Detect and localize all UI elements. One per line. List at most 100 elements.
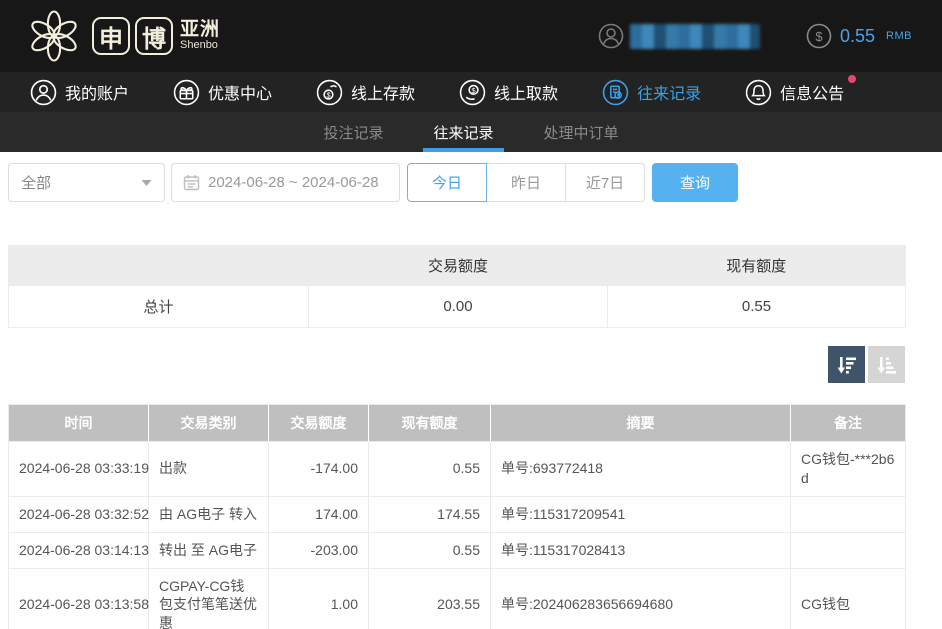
tab-label: 往来记录 (433, 122, 493, 143)
balance-currency: RMB (886, 30, 912, 42)
balance-amount: 0.55 (840, 26, 875, 47)
withdraw-icon: $ (459, 79, 486, 106)
type-filter-select[interactable]: 全部 (8, 163, 165, 202)
cell-trade-amount: 1.00 (269, 568, 369, 629)
balance-display[interactable]: $ 0.55 RMB (806, 23, 912, 49)
nav-label: 线上取款 (494, 80, 558, 104)
tab-transaction-records[interactable]: 往来记录 (423, 112, 503, 152)
tab-betting-records[interactable]: 投注记录 (313, 112, 393, 152)
svg-text:$: $ (815, 29, 823, 44)
main-nav: 我的账户 优惠中心 $ 线上存款 $ 线上取款 (0, 72, 942, 112)
date-range-value: 2024-06-28 ~ 2024-06-28 (208, 174, 379, 191)
calendar-icon (183, 174, 200, 191)
cell-remark (791, 496, 906, 532)
tab-label: 投注记录 (323, 122, 383, 143)
cell-time: 2024-06-28 03:14:13 (9, 532, 149, 568)
svg-text:$: $ (326, 90, 330, 99)
nav-item-promotions[interactable]: 优惠中心 (173, 79, 272, 106)
brand-logo[interactable]: 申 博 亚洲 Shenbo (26, 8, 220, 64)
cell-remark (791, 532, 906, 568)
table-row: 2024-06-28 03:14:13 转出 至 AG电子 -203.00 0.… (9, 532, 906, 568)
record-tabs: 投注记录 往来记录 处理中订单 (0, 112, 942, 152)
table-header-row: 时间 交易类别 交易额度 现有额度 摘要 备注 (9, 405, 906, 442)
cell-trade-amount: 174.00 (269, 496, 369, 532)
logo-char-1: 申 (92, 17, 130, 55)
svg-text:$: $ (472, 86, 476, 95)
nav-item-deposit[interactable]: $ 线上存款 (316, 79, 415, 106)
type-filter-value: 全部 (21, 172, 51, 193)
nav-item-transaction-records[interactable]: 往来记录 (602, 79, 701, 106)
summary-total-balance: 0.55 (608, 286, 906, 328)
today-button[interactable]: 今日 (407, 163, 487, 202)
cell-remark: CG钱包-***2b6d (791, 442, 906, 497)
nav-item-announcements[interactable]: 信息公告 (745, 79, 844, 106)
yesterday-button[interactable]: 昨日 (486, 163, 566, 202)
cell-type: 转出 至 AG电子 (149, 532, 269, 568)
table-row: 2024-06-28 03:13:58 CGPAY-CG钱包支付笔笔送优惠 1.… (9, 568, 906, 629)
summary-header-row: 交易额度 现有额度 (9, 246, 906, 286)
deposit-icon: $ (316, 79, 343, 106)
sort-controls (0, 346, 905, 383)
sort-descending-button[interactable] (828, 346, 865, 383)
nav-item-my-account[interactable]: 我的账户 (30, 79, 129, 106)
cell-trade-amount: -203.00 (269, 532, 369, 568)
user-icon (30, 79, 57, 106)
summary-header-trade-amount: 交易额度 (309, 246, 608, 286)
logo-region: 亚洲 (180, 20, 220, 40)
sort-desc-icon (835, 353, 859, 377)
cell-time: 2024-06-28 03:32:52 (9, 496, 149, 532)
cell-trade-amount: -174.00 (269, 442, 369, 497)
records-icon (602, 79, 629, 106)
avatar-icon (598, 23, 624, 49)
cell-summary: 单号:115317028413 (491, 532, 791, 568)
cell-current-balance: 0.55 (369, 532, 491, 568)
nav-label: 往来记录 (637, 80, 701, 104)
cell-current-balance: 0.55 (369, 442, 491, 497)
nav-item-withdraw[interactable]: $ 线上取款 (459, 79, 558, 106)
last-7-days-button[interactable]: 近7日 (565, 163, 645, 202)
nav-label: 线上存款 (351, 80, 415, 104)
gift-icon (173, 79, 200, 106)
nav-label: 优惠中心 (208, 80, 272, 104)
cell-type: CGPAY-CG钱包支付笔笔送优惠 (149, 568, 269, 629)
summary-total-label: 总计 (9, 286, 309, 328)
cell-current-balance: 203.55 (369, 568, 491, 629)
col-header-trade-amount: 交易额度 (269, 405, 369, 442)
col-header-remark: 备注 (791, 405, 906, 442)
nav-label: 信息公告 (780, 80, 844, 104)
flower-logo-icon (26, 8, 82, 64)
dollar-icon: $ (806, 23, 832, 49)
chevron-down-icon (141, 179, 152, 187)
col-header-time: 时间 (9, 405, 149, 442)
tab-pending-orders[interactable]: 处理中订单 (534, 112, 629, 152)
notification-dot (848, 75, 856, 83)
filter-row: 全部 2024-06-28 ~ 2024-06-28 今日 昨日 近7日 查询 (8, 163, 942, 202)
sort-ascending-button[interactable] (868, 346, 905, 383)
top-header: 申 博 亚洲 Shenbo $ 0.55 RMB (0, 0, 942, 72)
summary-total-trade: 0.00 (309, 286, 608, 328)
summary-total-row: 总计 0.00 0.55 (9, 286, 906, 328)
logo-subtitle: Shenbo (180, 40, 220, 52)
col-header-summary: 摘要 (491, 405, 791, 442)
cell-remark: CG钱包 (791, 568, 906, 629)
summary-header-empty (9, 246, 309, 286)
redacted-username (630, 24, 760, 49)
cell-type: 出款 (149, 442, 269, 497)
logo-char-2: 博 (135, 17, 173, 55)
summary-table: 交易额度 现有额度 总计 0.00 0.55 (8, 245, 906, 328)
cell-type: 由 AG电子 转入 (149, 496, 269, 532)
summary-header-current-balance: 现有额度 (608, 246, 906, 286)
table-row: 2024-06-28 03:32:52 由 AG电子 转入 174.00 174… (9, 496, 906, 532)
date-range-input[interactable]: 2024-06-28 ~ 2024-06-28 (171, 163, 400, 202)
table-row: 2024-06-28 03:33:19 出款 -174.00 0.55 单号:6… (9, 442, 906, 497)
cell-summary: 单号:693772418 (491, 442, 791, 497)
cell-summary: 单号:115317209541 (491, 496, 791, 532)
sort-asc-icon (875, 353, 899, 377)
query-button[interactable]: 查询 (652, 163, 738, 202)
cell-summary: 单号:202406283656694680 (491, 568, 791, 629)
cell-time: 2024-06-28 03:13:58 (9, 568, 149, 629)
col-header-type: 交易类别 (149, 405, 269, 442)
col-header-current-balance: 现有额度 (369, 405, 491, 442)
cell-time: 2024-06-28 03:33:19 (9, 442, 149, 497)
user-account-chip[interactable] (598, 23, 760, 49)
